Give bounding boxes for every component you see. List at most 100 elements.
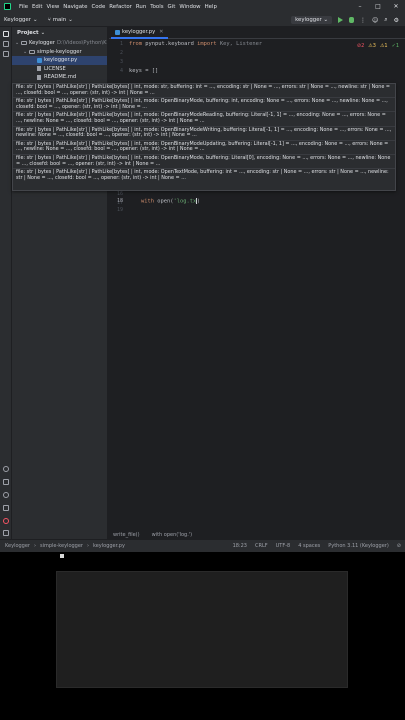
menu-edit[interactable]: Edit — [32, 4, 42, 10]
breadcrumb-statement[interactable]: with open('log.') — [152, 532, 193, 538]
breadcrumb-function[interactable]: write_file() — [113, 532, 140, 538]
overlay-panel — [56, 571, 348, 688]
line-number: 16 — [116, 191, 123, 197]
inspection-widget[interactable]: ⊘2 ⚠3 ⚠1 ✓1 — [357, 43, 399, 49]
folder-icon — [29, 49, 35, 54]
menu-navigate[interactable]: Navigate — [63, 4, 87, 10]
line-number: 19 — [116, 207, 123, 213]
editor-tab-bar: keylogger.py ✕ — [109, 27, 405, 39]
commit-tool-icon[interactable] — [3, 41, 9, 47]
gear-icon[interactable]: ⚙ — [394, 17, 399, 24]
line-ending[interactable]: CRLF — [255, 543, 268, 549]
tree-file-license[interactable]: LICENSE — [12, 65, 107, 74]
main-menu: File Edit View Navigate Code Refactor Ru… — [19, 4, 217, 10]
signature-item: file: str | bytes | PathLike[str] | Path… — [13, 112, 395, 127]
python-packages-icon[interactable] — [3, 466, 9, 472]
editor-breadcrumb: write_file() with open('log.') — [109, 531, 405, 539]
menu-window[interactable]: Window — [179, 4, 200, 10]
close-icon[interactable]: ✕ — [159, 29, 163, 35]
play-icon[interactable] — [337, 17, 343, 23]
python-file-icon — [37, 57, 42, 63]
tab-keylogger-py[interactable]: keylogger.py ✕ — [111, 27, 168, 39]
parameter-info-popup: file: str | bytes | PathLike[str] | Path… — [12, 83, 396, 191]
menu-code[interactable]: Code — [91, 4, 105, 10]
minimize-icon[interactable]: – — [351, 0, 369, 13]
signature-item: file: str | bytes | PathLike[str] | Path… — [16, 169, 389, 181]
branch-name: main — [52, 16, 67, 23]
tab-label: keylogger.py — [122, 29, 156, 35]
code-line-1: from pynput.keyboard import Key, Listene… — [129, 41, 263, 47]
folder-name: simple-keylogger — [37, 48, 82, 55]
terminal-icon[interactable] — [3, 505, 9, 511]
line-number: 1 — [119, 41, 123, 47]
root-path: D:\Videos\Python\K — [56, 40, 107, 47]
file-name: LICENSE — [44, 65, 66, 72]
status-breadcrumb: Keylogger › simple-keylogger › keylogger… — [0, 543, 125, 549]
maximize-icon[interactable]: □ — [369, 0, 387, 13]
structure-tool-icon[interactable] — [3, 51, 9, 57]
status-crumb-project[interactable]: Keylogger — [5, 543, 30, 549]
project-switcher[interactable]: Keylogger ⌄ — [4, 17, 37, 23]
project-panel-title: Project — [17, 30, 39, 36]
menu-run[interactable]: Run — [136, 4, 146, 10]
warning-count: ⚠3 — [368, 43, 376, 49]
run-controls: keylogger ⌄ ⋮ ☺ ⌕ ⚙ — [291, 13, 405, 27]
line-number: 4 — [119, 68, 123, 74]
menu-help[interactable]: Help — [205, 4, 217, 10]
project-name: Keylogger — [4, 16, 31, 23]
file-encoding[interactable]: UTF-8 — [276, 543, 291, 549]
menu-tools[interactable]: Tools — [150, 4, 163, 10]
debug-icon[interactable] — [348, 17, 354, 23]
status-crumb-file[interactable]: keylogger.py — [93, 543, 125, 549]
python-interpreter[interactable]: Python 3.11 (Keylogger) — [328, 543, 389, 549]
signature-item: file: str | bytes | PathLike[str] | Path… — [13, 98, 395, 113]
folder-icon — [21, 41, 27, 46]
git-tool-icon[interactable] — [3, 530, 9, 536]
branch-switcher[interactable]: ⑂ main ⌄ — [47, 17, 72, 23]
tree-file-keylogger[interactable]: keylogger.py — [12, 56, 107, 65]
layers-icon[interactable] — [3, 479, 9, 485]
indent-setting[interactable]: 4 spaces — [298, 543, 320, 549]
file-name: keylogger.py — [44, 57, 78, 64]
run-config-label: keylogger — [295, 17, 322, 23]
title-bar: File Edit View Navigate Code Refactor Ru… — [0, 0, 405, 13]
app-logo-icon[interactable] — [4, 3, 11, 10]
problems-icon[interactable] — [3, 518, 9, 524]
signature-item: file: str | bytes | PathLike[str] | Path… — [13, 127, 395, 141]
branch-icon: ⑂ — [47, 16, 51, 23]
signature-item: file: str | bytes | PathLike[str] | Path… — [13, 141, 395, 155]
ide-window: File Edit View Navigate Code Refactor Ru… — [0, 0, 405, 552]
tree-file-readme[interactable]: README.md — [12, 73, 107, 82]
weak-warning-count: ⚠1 — [379, 43, 388, 49]
overlay-marker — [60, 554, 64, 558]
line-number-current: 18 — [116, 198, 123, 204]
close-window-icon[interactable]: ✕ — [387, 0, 405, 13]
signature-item: file: str | bytes | PathLike[str] | Path… — [13, 155, 395, 170]
root-name: Keylogger — [29, 40, 55, 47]
more-icon[interactable]: ⋮ — [360, 17, 366, 24]
chevron-down-icon: ⌄ — [32, 16, 38, 23]
file-icon — [37, 74, 41, 80]
menu-view[interactable]: View — [46, 4, 59, 10]
lock-icon[interactable]: ⊘ — [397, 543, 401, 549]
chevron-down-icon: ⌄ — [68, 16, 73, 23]
tree-folder[interactable]: ⌄ simple-keylogger — [12, 48, 107, 57]
menu-git[interactable]: Git — [168, 4, 176, 10]
tree-root[interactable]: ⌄ Keylogger D:\Videos\Python\K — [12, 39, 107, 48]
python-file-icon — [115, 29, 120, 35]
chevron-down-icon: ⌄ — [40, 30, 46, 36]
status-crumb-folder[interactable]: simple-keylogger — [40, 543, 83, 549]
menu-refactor[interactable]: Refactor — [109, 4, 132, 10]
python-console-icon[interactable] — [3, 492, 9, 498]
project-panel-header[interactable]: Project ⌄ — [12, 27, 107, 39]
status-bar: Keylogger › simple-keylogger › keylogger… — [0, 539, 405, 552]
menu-file[interactable]: File — [19, 4, 28, 10]
window-controls: – □ ✕ — [351, 0, 405, 13]
user-icon[interactable]: ☺ — [372, 17, 378, 24]
left-tool-stripe — [0, 27, 12, 539]
search-icon[interactable]: ⌕ — [384, 16, 387, 24]
chevron-right-icon: › — [87, 543, 89, 549]
caret-position[interactable]: 18:23 — [233, 543, 247, 549]
project-tool-icon[interactable] — [3, 31, 9, 37]
run-config-selector[interactable]: keylogger ⌄ — [291, 16, 332, 24]
